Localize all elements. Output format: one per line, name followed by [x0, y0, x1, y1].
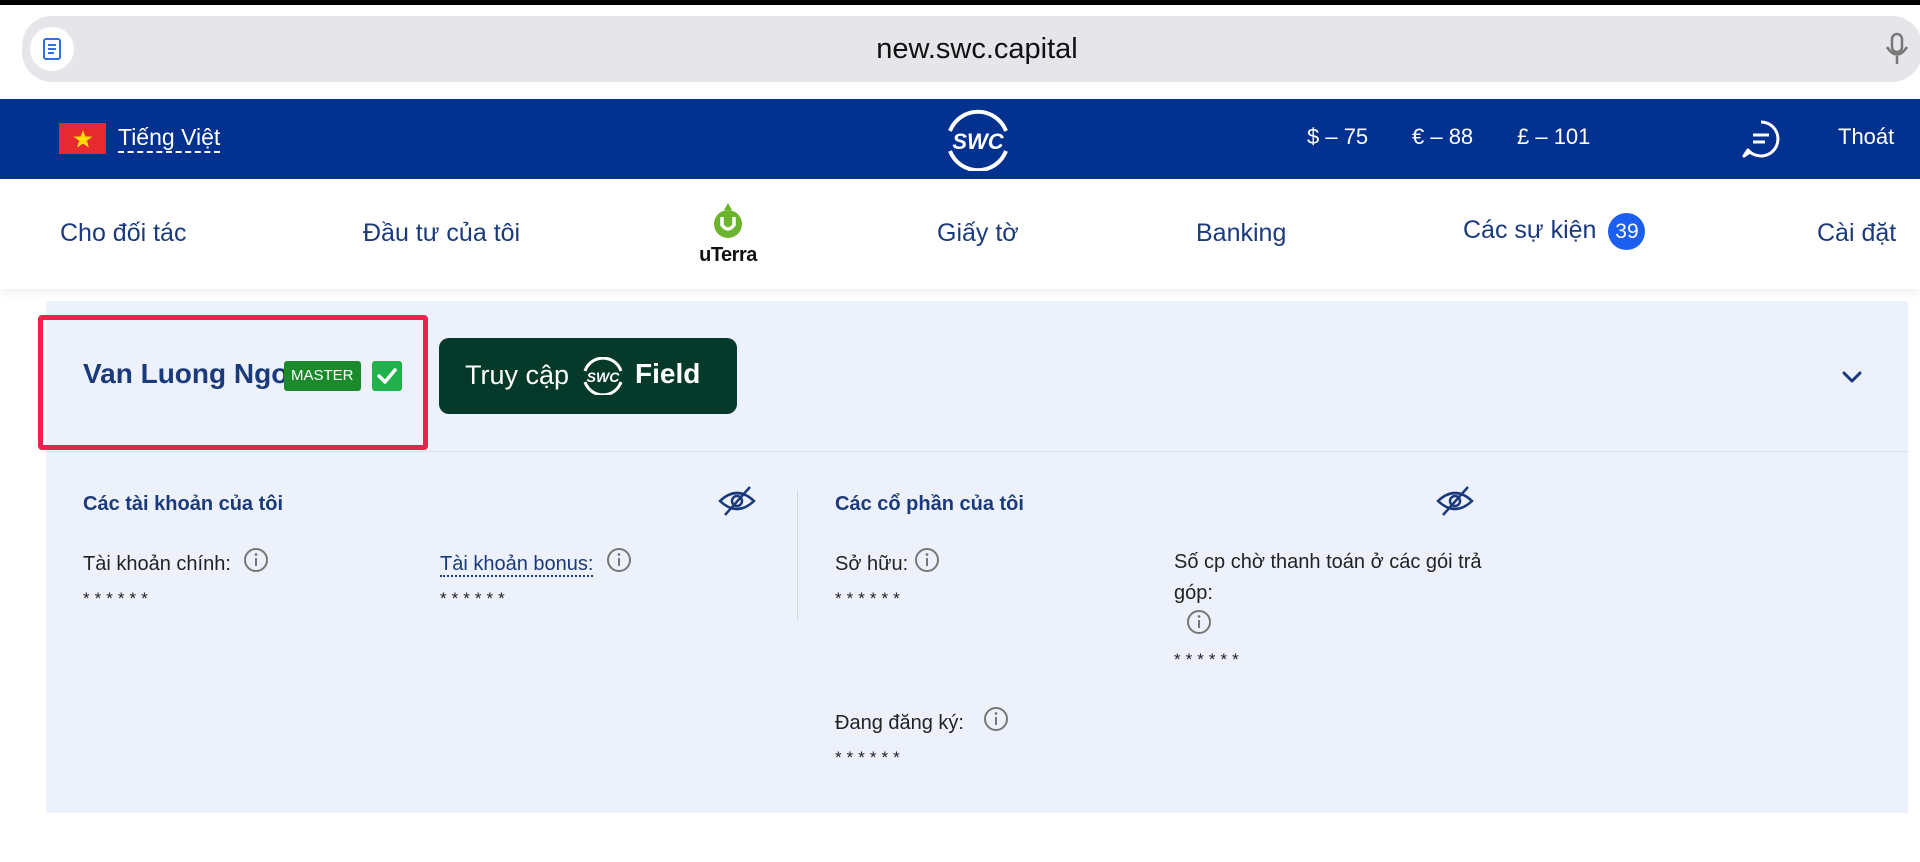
- rate-usd: $ – 75: [1307, 124, 1369, 149]
- top-header: Tiếng Việt SWC $ – 75 € – 88 £ – 101 Tho…: [0, 99, 1920, 179]
- chat-icon[interactable]: [1740, 118, 1782, 165]
- info-icon[interactable]: [1186, 609, 1212, 640]
- field-button-suffix: Field: [635, 358, 701, 389]
- owned-shares-value: ******: [835, 589, 905, 608]
- microphone-icon[interactable]: [1884, 32, 1910, 71]
- info-icon[interactable]: [983, 706, 1009, 737]
- info-icon[interactable]: [606, 547, 632, 578]
- nav-partners[interactable]: Cho đối tác: [60, 219, 186, 248]
- main-account-label: Tài khoản chính:: [83, 553, 231, 575]
- swc-field-logo-icon: SWC: [579, 356, 627, 402]
- nav-events[interactable]: Các sự kiện 39: [1463, 213, 1646, 250]
- logout-link[interactable]: Thoát: [1838, 124, 1894, 150]
- nav-documents[interactable]: Giấy tờ: [937, 219, 1019, 248]
- verified-check-icon: [372, 361, 402, 391]
- panel-divider: [46, 451, 1908, 452]
- eye-slash-icon[interactable]: [1435, 485, 1475, 522]
- top-frame-bar: [0, 0, 1920, 5]
- user-name: Van Luong Ngo: [83, 358, 289, 389]
- column-divider: [797, 490, 798, 620]
- address-bar[interactable]: new.swc.capital: [22, 16, 1920, 82]
- field-logo-text: SWC: [587, 369, 621, 385]
- owned-shares-label: Sở hữu:: [835, 553, 909, 575]
- nav-events-label: Các sự kiện: [1463, 216, 1597, 245]
- registering-label: Đang đăng ký:: [835, 712, 964, 734]
- uterra-logo-icon: [714, 203, 742, 238]
- field-access-button[interactable]: Truy cập SWC Field: [439, 338, 737, 414]
- main-account-value: ******: [83, 589, 153, 608]
- language-selector[interactable]: Tiếng Việt: [118, 123, 221, 153]
- eye-slash-icon[interactable]: [717, 485, 757, 522]
- rate-gbp: £ – 101: [1517, 124, 1591, 149]
- info-icon[interactable]: [243, 547, 269, 578]
- pending-shares-value: ******: [1174, 650, 1244, 669]
- shares-title: Các cổ phần của tôi: [835, 493, 1024, 515]
- nav-banking[interactable]: Banking: [1196, 219, 1286, 248]
- nav-my-investments[interactable]: Đầu tư của tôi: [363, 219, 520, 248]
- nav-settings[interactable]: Cài đặt: [1817, 219, 1896, 248]
- url-text[interactable]: new.swc.capital: [22, 16, 1920, 82]
- master-badge: MASTER: [284, 361, 361, 391]
- registering-value: ******: [835, 748, 905, 767]
- bonus-account-link[interactable]: Tài khoản bonus:: [440, 553, 594, 577]
- uterra-label: uTerra: [699, 244, 757, 266]
- swc-logo-icon[interactable]: SWC: [940, 109, 1016, 176]
- vietnam-flag-icon[interactable]: [59, 123, 106, 154]
- main-nav: Cho đối tác Đầu tư của tôi uTerra Giấy t…: [0, 179, 1920, 289]
- bonus-account-value: ******: [440, 589, 510, 608]
- events-count-badge: 39: [1608, 213, 1646, 250]
- chevron-down-icon[interactable]: [1840, 365, 1864, 394]
- bonus-account-label[interactable]: Tài khoản bonus:: [440, 553, 594, 577]
- rate-eur: € – 88: [1412, 124, 1474, 149]
- logo-text: SWC: [952, 129, 1004, 154]
- accounts-title: Các tài khoản của tôi: [83, 493, 284, 515]
- field-button-prefix: Truy cập: [465, 360, 570, 390]
- pending-shares-label: Số cp chờ thanh toán ở các gói trả góp:: [1174, 551, 1482, 604]
- uterra-link[interactable]: uTerra: [695, 203, 761, 267]
- info-icon[interactable]: [914, 547, 940, 578]
